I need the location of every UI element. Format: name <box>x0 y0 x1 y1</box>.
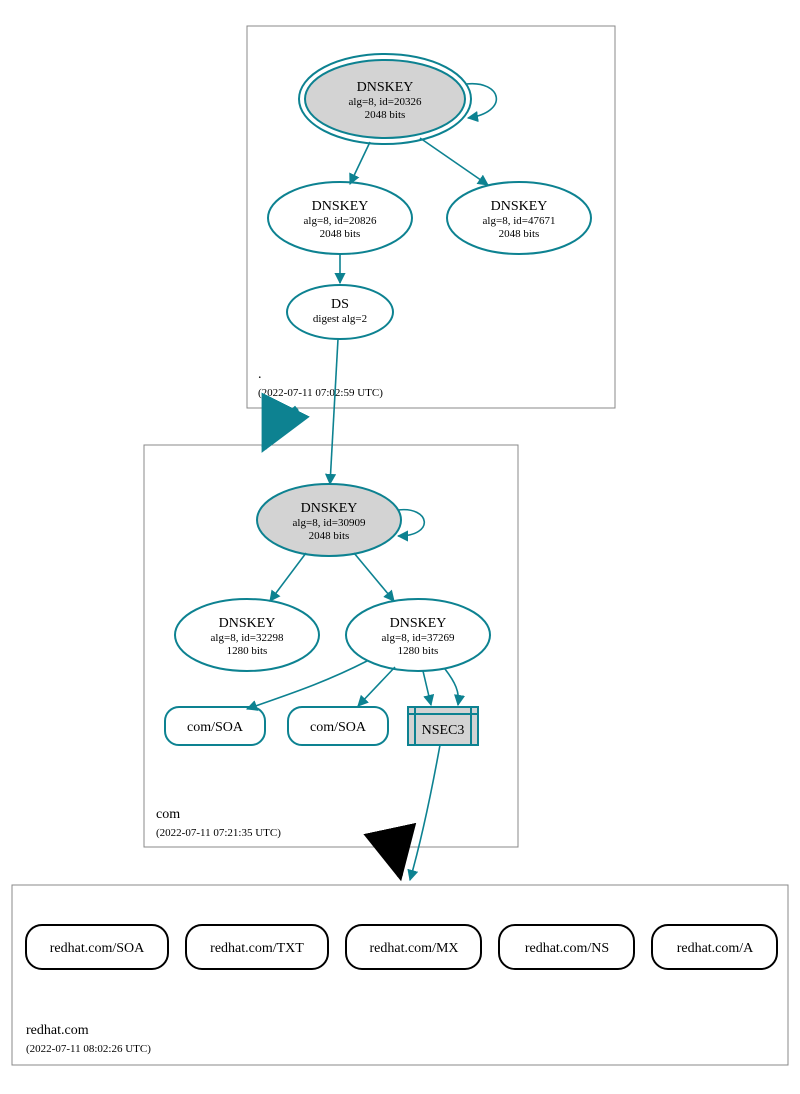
node-root-ksk: DNSKEY alg=8, id=20326 2048 bits <box>299 54 471 144</box>
svg-text:com/SOA: com/SOA <box>310 720 367 735</box>
zone-root: . (2022-07-11 07:02:59 UTC) DNSKEY alg=8… <box>247 26 615 408</box>
svg-text:alg=8, id=20326: alg=8, id=20326 <box>349 96 422 108</box>
edge-nsec3-redhat <box>410 745 440 880</box>
edge-com-ksk-zskb <box>354 553 394 601</box>
edge-com-zskb-nsec3-l <box>423 671 431 705</box>
zone-redhat-timestamp: (2022-07-11 08:02:26 UTC) <box>26 1043 151 1055</box>
zone-redhat: redhat.com (2022-07-11 08:02:26 UTC) red… <box>12 885 788 1065</box>
svg-text:com/SOA: com/SOA <box>187 720 244 735</box>
zone-redhat-box <box>12 885 788 1065</box>
svg-text:DNSKEY: DNSKEY <box>312 199 369 214</box>
node-com-zsk-b: DNSKEY alg=8, id=37269 1280 bits <box>346 599 490 671</box>
edge-root-ksk-zskb <box>420 138 488 185</box>
svg-text:alg=8, id=20826: alg=8, id=20826 <box>304 215 377 227</box>
svg-text:alg=8, id=30909: alg=8, id=30909 <box>293 517 366 529</box>
svg-text:DNSKEY: DNSKEY <box>219 616 276 631</box>
edge-com-ksk-zska <box>270 553 306 601</box>
svg-text:digest alg=2: digest alg=2 <box>313 313 367 325</box>
zone-root-label: . <box>258 367 262 382</box>
zone-com-label: com <box>156 807 180 822</box>
svg-text:2048 bits: 2048 bits <box>320 228 361 240</box>
zone-redhat-label: redhat.com <box>26 1023 89 1038</box>
svg-text:2048 bits: 2048 bits <box>499 228 540 240</box>
svg-text:alg=8, id=37269: alg=8, id=37269 <box>382 632 455 644</box>
node-redhat-ns: redhat.com/NS <box>499 925 634 969</box>
node-root-zsk-a: DNSKEY alg=8, id=20826 2048 bits <box>268 182 412 254</box>
node-com-ksk: DNSKEY alg=8, id=30909 2048 bits <box>257 484 401 556</box>
svg-text:2048 bits: 2048 bits <box>365 109 406 121</box>
svg-text:DNSKEY: DNSKEY <box>357 80 414 95</box>
svg-text:redhat.com/TXT: redhat.com/TXT <box>210 941 304 956</box>
edge-com-ksk-self <box>398 510 424 536</box>
edge-rootzone-comzone <box>264 408 297 448</box>
node-root-ds: DS digest alg=2 <box>287 285 393 339</box>
node-com-soa-a: com/SOA <box>165 707 265 745</box>
svg-text:NSEC3: NSEC3 <box>422 723 465 738</box>
edge-com-zskb-soab <box>358 667 395 706</box>
edge-root-ksk-zska <box>350 142 370 184</box>
node-com-zsk-a: DNSKEY alg=8, id=32298 1280 bits <box>175 599 319 671</box>
node-redhat-txt: redhat.com/TXT <box>186 925 328 969</box>
svg-text:redhat.com/A: redhat.com/A <box>677 941 754 956</box>
node-redhat-soa: redhat.com/SOA <box>26 925 168 969</box>
zone-com-timestamp: (2022-07-11 07:21:35 UTC) <box>156 827 281 839</box>
svg-text:2048 bits: 2048 bits <box>309 530 350 542</box>
node-root-zsk-b: DNSKEY alg=8, id=47671 2048 bits <box>447 182 591 254</box>
edge-ds-comksk <box>330 339 338 484</box>
zone-com: com (2022-07-11 07:21:35 UTC) DNSKEY alg… <box>144 445 518 847</box>
svg-text:DNSKEY: DNSKEY <box>301 501 358 516</box>
edge-comzone-redhatzone <box>394 848 400 876</box>
edge-com-zskb-nsec3-r <box>445 669 458 705</box>
dnssec-chain-diagram: . (2022-07-11 07:02:59 UTC) DNSKEY alg=8… <box>0 0 800 1094</box>
svg-text:alg=8, id=32298: alg=8, id=32298 <box>211 632 284 644</box>
svg-text:1280 bits: 1280 bits <box>398 645 439 657</box>
node-redhat-a: redhat.com/A <box>652 925 777 969</box>
svg-text:redhat.com/MX: redhat.com/MX <box>369 941 458 956</box>
svg-text:redhat.com/NS: redhat.com/NS <box>525 941 609 956</box>
node-com-soa-b: com/SOA <box>288 707 388 745</box>
zone-root-timestamp: (2022-07-11 07:02:59 UTC) <box>258 387 383 399</box>
svg-text:redhat.com/SOA: redhat.com/SOA <box>50 941 145 956</box>
svg-text:DNSKEY: DNSKEY <box>491 199 548 214</box>
svg-text:alg=8, id=47671: alg=8, id=47671 <box>483 215 556 227</box>
svg-text:DS: DS <box>331 297 349 312</box>
node-redhat-mx: redhat.com/MX <box>346 925 481 969</box>
node-com-nsec3: NSEC3 <box>408 707 478 745</box>
svg-text:DNSKEY: DNSKEY <box>390 616 447 631</box>
svg-text:1280 bits: 1280 bits <box>227 645 268 657</box>
